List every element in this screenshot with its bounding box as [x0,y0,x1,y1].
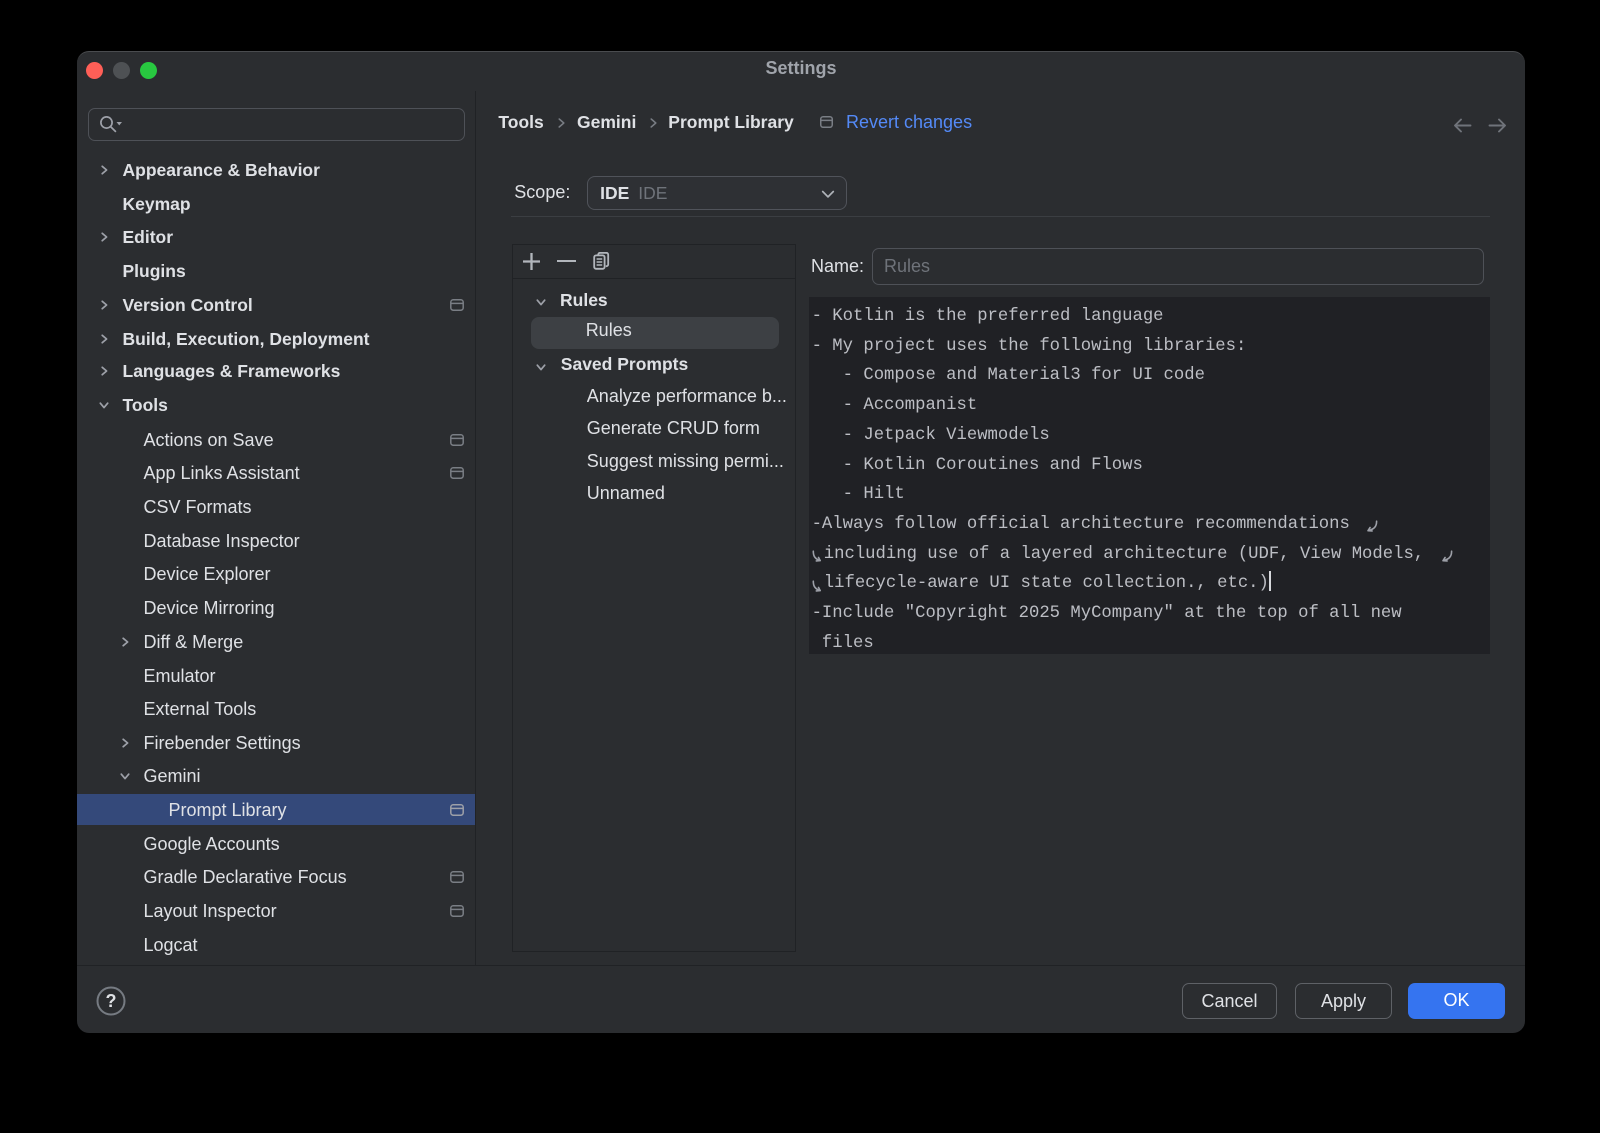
svg-text:?: ? [106,991,117,1011]
